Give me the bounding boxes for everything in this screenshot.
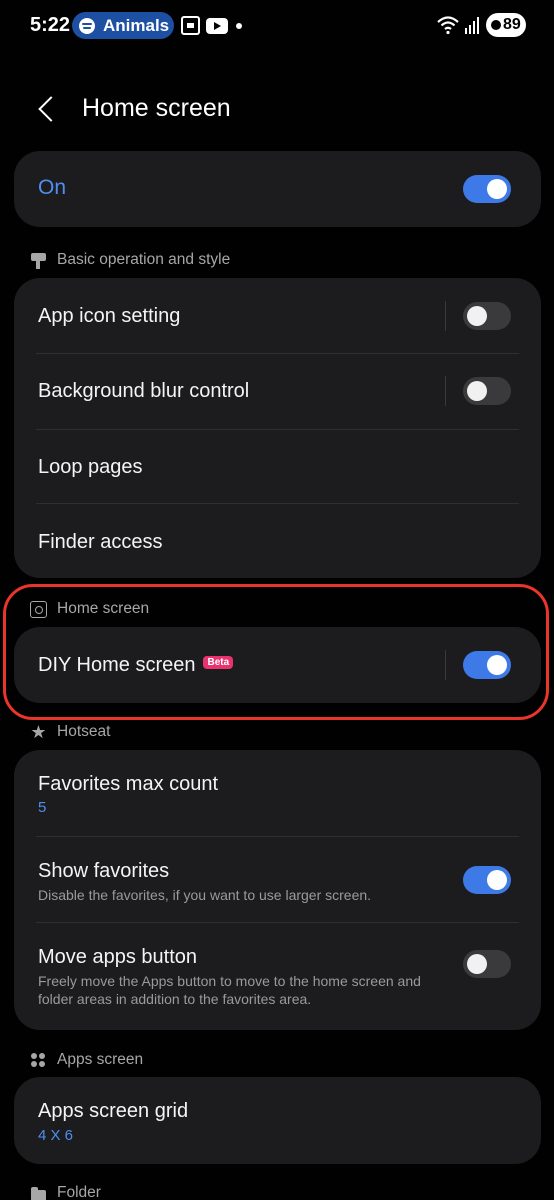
media-pill-label: Animals xyxy=(103,15,170,35)
screenshot-icon xyxy=(181,16,200,35)
background-blur-toggle[interactable] xyxy=(463,377,511,405)
app-icon-setting-label: App icon setting xyxy=(38,305,181,327)
section-header-basic: Basic operation and style xyxy=(30,251,230,269)
favorites-max-count-label: Favorites max count xyxy=(38,773,219,795)
move-apps-button-row[interactable]: Move apps button Freely move the Apps bu… xyxy=(14,923,541,1030)
page-title: Home screen xyxy=(82,94,231,122)
notification-dot-icon xyxy=(236,23,242,29)
move-apps-button-description: Freely move the Apps button to move to t… xyxy=(38,973,421,1007)
app-icon-setting-toggle[interactable] xyxy=(463,302,511,330)
apps-grid-icon xyxy=(30,1052,47,1069)
loop-pages-row[interactable]: Loop pages xyxy=(14,430,541,504)
section-header-hotseat: ★ Hotseat xyxy=(30,723,110,741)
basic-settings-card: App icon setting Background blur control… xyxy=(14,278,541,578)
section-title-basic: Basic operation and style xyxy=(57,251,231,268)
apps-settings-card: Apps screen grid 4 X 6 xyxy=(14,1077,541,1164)
section-title-hotseat: Hotseat xyxy=(57,723,111,740)
back-arrow-icon[interactable] xyxy=(28,92,64,128)
media-pill[interactable]: Animals xyxy=(72,12,174,39)
loop-pages-label: Loop pages xyxy=(38,456,143,478)
highlight-outline xyxy=(3,584,549,720)
battery-level: 89 xyxy=(503,16,521,33)
section-title-folder: Folder xyxy=(57,1184,101,1200)
status-time: 5:22 xyxy=(30,14,71,36)
row-separator xyxy=(445,301,446,331)
background-blur-label: Background blur control xyxy=(38,380,250,402)
master-switch-label: On xyxy=(38,176,67,199)
hotseat-settings-card: Favorites max count 5 Show favorites Dis… xyxy=(14,750,541,1030)
signal-icon xyxy=(465,17,479,34)
background-blur-row[interactable]: Background blur control xyxy=(14,354,541,430)
spotify-icon xyxy=(79,17,95,34)
wifi-icon xyxy=(437,16,459,35)
apps-screen-grid-row[interactable]: Apps screen grid 4 X 6 xyxy=(14,1077,541,1164)
youtube-icon xyxy=(206,18,228,34)
show-favorites-label: Show favorites xyxy=(38,860,170,882)
status-bar: 5:22 Animals 89 xyxy=(0,0,554,52)
section-header-folder: Folder xyxy=(30,1184,101,1200)
master-switch-card[interactable]: On xyxy=(14,151,541,227)
app-bar: Home screen xyxy=(0,80,554,140)
show-favorites-row[interactable]: Show favorites Disable the favorites, if… xyxy=(14,837,541,923)
section-title-apps: Apps screen xyxy=(57,1051,144,1068)
paint-brush-icon xyxy=(30,252,47,269)
app-icon-setting-row[interactable]: App icon setting xyxy=(14,278,541,354)
battery-saver-icon xyxy=(491,20,501,30)
master-switch-toggle[interactable] xyxy=(463,175,511,203)
favorites-max-count-row[interactable]: Favorites max count 5 xyxy=(14,750,541,837)
home-screen-settings: 5:22 Animals 89 Home screen On Basic ope… xyxy=(0,0,554,1200)
show-favorites-description: Disable the favorites, if you want to us… xyxy=(38,887,372,903)
star-icon: ★ xyxy=(30,721,47,742)
master-switch-row[interactable]: On xyxy=(14,151,541,227)
section-header-apps: Apps screen xyxy=(30,1051,143,1069)
finder-access-row[interactable]: Finder access xyxy=(14,504,541,578)
move-apps-button-label: Move apps button xyxy=(38,946,197,968)
battery-icon: 89 xyxy=(486,13,526,37)
finder-access-label: Finder access xyxy=(38,531,163,553)
move-apps-button-toggle[interactable] xyxy=(463,950,511,978)
apps-screen-grid-label: Apps screen grid xyxy=(38,1100,189,1122)
show-favorites-toggle[interactable] xyxy=(463,866,511,894)
apps-screen-grid-value: 4 X 6 xyxy=(38,1127,74,1144)
favorites-max-count-value: 5 xyxy=(38,799,47,816)
row-separator xyxy=(445,376,446,406)
folder-icon xyxy=(30,1185,47,1200)
